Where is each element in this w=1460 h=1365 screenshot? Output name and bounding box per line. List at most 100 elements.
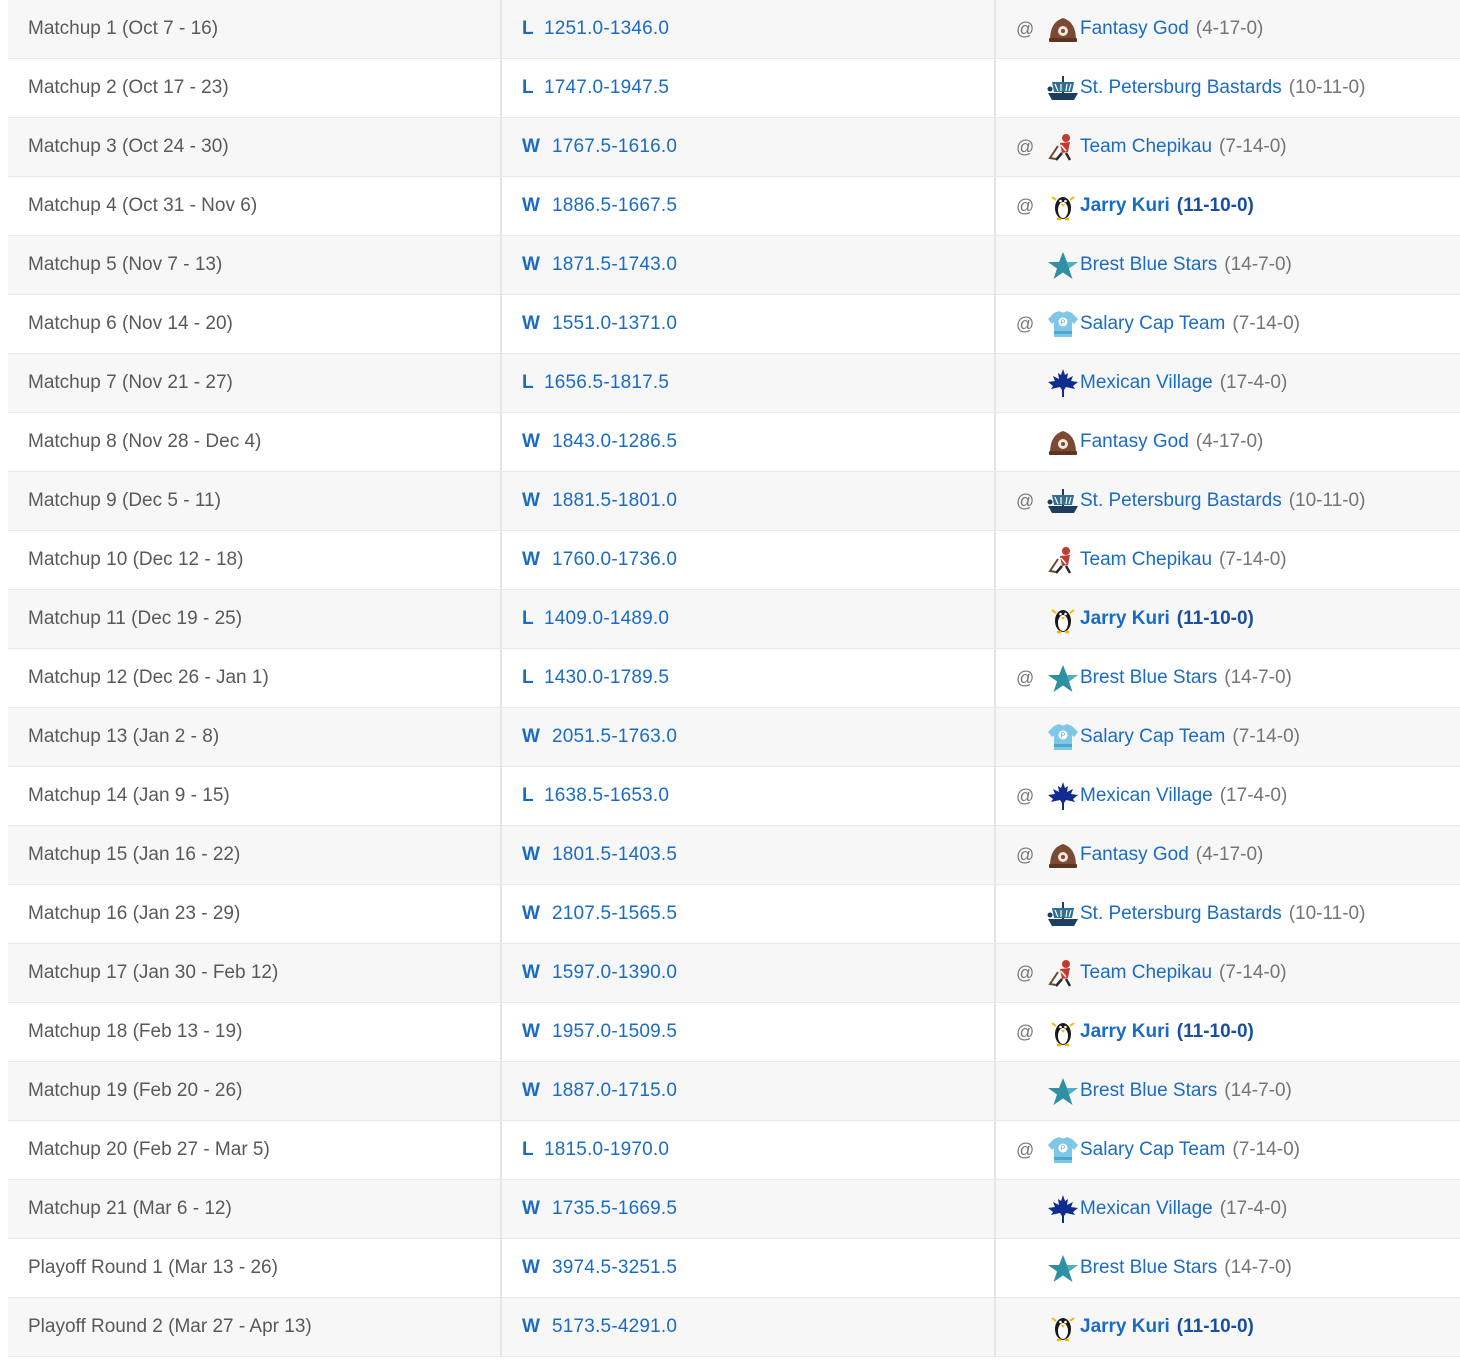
table-row: Matchup 4 (Oct 31 - Nov 6) W 1886.5-1667… — [8, 177, 1460, 236]
opponent-team-link[interactable]: Team Chepikau — [1080, 549, 1212, 571]
score-link[interactable]: 1843.0-1286.5 — [552, 431, 677, 453]
hockey-player-icon[interactable] — [1046, 132, 1080, 162]
opponent-team-link[interactable]: St. Petersburg Bastards — [1080, 490, 1282, 512]
hockey-player-icon[interactable] — [1046, 958, 1080, 988]
score-link[interactable]: 1815.0-1970.0 — [544, 1139, 669, 1161]
opponent-record: (7-14-0) — [1219, 549, 1287, 570]
score-link[interactable]: 1735.5-1669.5 — [552, 1198, 677, 1220]
star-icon[interactable] — [1046, 250, 1080, 280]
penguin-icon[interactable] — [1046, 1312, 1080, 1342]
jersey-icon[interactable]: P — [1046, 722, 1080, 752]
score-link[interactable]: 1871.5-1743.0 — [552, 254, 677, 276]
opponent-cell: Brest Blue Stars (14-7-0) — [996, 1239, 1460, 1297]
result-letter: L — [522, 608, 534, 629]
table-row: Matchup 5 (Nov 7 - 13) W 1871.5-1743.0 B… — [8, 236, 1460, 295]
opponent-team-link[interactable]: Mexican Village — [1080, 372, 1213, 394]
score-link[interactable]: 1957.0-1509.5 — [552, 1021, 677, 1043]
score-link[interactable]: 2107.5-1565.5 — [552, 903, 677, 925]
score-link[interactable]: 1656.5-1817.5 — [544, 372, 669, 394]
away-indicator: @ — [1016, 18, 1035, 39]
maple-leaf-icon[interactable] — [1046, 781, 1080, 811]
result-letter: W — [522, 431, 540, 452]
svg-text:P: P — [1061, 320, 1066, 327]
opponent-cell: Jarry Kuri (11-10-0) — [996, 590, 1460, 648]
score-link[interactable]: 2051.5-1763.0 — [552, 726, 677, 748]
table-row: Matchup 13 (Jan 2 - 8) W 2051.5-1763.0 P… — [8, 708, 1460, 767]
hat-icon[interactable] — [1046, 427, 1080, 457]
matchup-week-cell: Matchup 9 (Dec 5 - 11) — [8, 472, 502, 530]
away-indicator: @ — [1016, 844, 1035, 865]
score-link[interactable]: 1409.0-1489.0 — [544, 608, 669, 630]
viking-ship-icon[interactable] — [1046, 899, 1080, 929]
opponent-team-link[interactable]: Jarry Kuri — [1080, 1021, 1170, 1043]
hat-icon[interactable] — [1046, 14, 1080, 44]
maple-leaf-icon[interactable] — [1046, 368, 1080, 398]
opponent-team-link[interactable]: St. Petersburg Bastards — [1080, 903, 1282, 925]
score-link[interactable]: 1638.5-1653.0 — [544, 785, 669, 807]
opponent-team-link[interactable]: Fantasy God — [1080, 431, 1189, 453]
score-link[interactable]: 1251.0-1346.0 — [544, 18, 669, 40]
opponent-cell: Brest Blue Stars (14-7-0) — [996, 236, 1460, 294]
result-letter: W — [522, 490, 540, 511]
star-icon[interactable] — [1046, 1076, 1080, 1106]
matchup-week-label: Matchup 16 (Jan 23 - 29) — [28, 903, 241, 924]
score-link[interactable]: 1886.5-1667.5 — [552, 195, 677, 217]
score-link[interactable]: 5173.5-4291.0 — [552, 1316, 677, 1338]
opponent-team-link[interactable]: Team Chepikau — [1080, 962, 1212, 984]
score-link[interactable]: 1430.0-1789.5 — [544, 667, 669, 689]
penguin-icon[interactable] — [1046, 604, 1080, 634]
opponent-team-link[interactable]: Brest Blue Stars — [1080, 667, 1217, 689]
opponent-record: (7-14-0) — [1219, 962, 1287, 983]
opponent-team-link[interactable]: Salary Cap Team — [1080, 313, 1225, 335]
opponent-team-link[interactable]: Team Chepikau — [1080, 136, 1212, 158]
score-link[interactable]: 3974.5-3251.5 — [552, 1257, 677, 1279]
opponent-cell: @ Jarry Kuri (11-10-0) — [996, 177, 1460, 235]
maple-leaf-icon[interactable] — [1046, 1194, 1080, 1224]
table-row: Matchup 8 (Nov 28 - Dec 4) W 1843.0-1286… — [8, 413, 1460, 472]
jersey-icon[interactable]: P — [1046, 309, 1080, 339]
hat-icon[interactable] — [1046, 840, 1080, 870]
score-link[interactable]: 1747.0-1947.5 — [544, 77, 669, 99]
opponent-team-link[interactable]: Brest Blue Stars — [1080, 1080, 1217, 1102]
opponent-cell: St. Petersburg Bastards (10-11-0) — [996, 59, 1460, 117]
score-link[interactable]: 1767.5-1616.0 — [552, 136, 677, 158]
score-link[interactable]: 1887.0-1715.0 — [552, 1080, 677, 1102]
viking-ship-icon[interactable] — [1046, 486, 1080, 516]
score-link[interactable]: 1801.5-1403.5 — [552, 844, 677, 866]
opponent-team-link[interactable]: Mexican Village — [1080, 785, 1213, 807]
matchup-week-label: Matchup 17 (Jan 30 - Feb 12) — [28, 962, 279, 983]
jersey-icon[interactable]: P — [1046, 1135, 1080, 1165]
opponent-team-link[interactable]: Fantasy God — [1080, 844, 1189, 866]
opponent-team-link[interactable]: Jarry Kuri — [1080, 1316, 1170, 1338]
result-letter: W — [522, 1316, 540, 1337]
result-letter: W — [522, 1080, 540, 1101]
opponent-team-link[interactable]: Mexican Village — [1080, 1198, 1213, 1220]
penguin-icon[interactable] — [1046, 1017, 1080, 1047]
opponent-team-link[interactable]: Salary Cap Team — [1080, 1139, 1225, 1161]
matchup-week-cell: Matchup 11 (Dec 19 - 25) — [8, 590, 502, 648]
opponent-team-link[interactable]: Brest Blue Stars — [1080, 1257, 1217, 1279]
penguin-icon[interactable] — [1046, 191, 1080, 221]
opponent-cell: @ St. Petersburg Bastards (10-11-0) — [996, 472, 1460, 530]
opponent-team-link[interactable]: Brest Blue Stars — [1080, 254, 1217, 276]
opponent-cell: Jarry Kuri (11-10-0) — [996, 1298, 1460, 1356]
matchup-week-cell: Matchup 20 (Feb 27 - Mar 5) — [8, 1121, 502, 1179]
score-link[interactable]: 1760.0-1736.0 — [552, 549, 677, 571]
away-indicator: @ — [1016, 1139, 1035, 1160]
opponent-team-link[interactable]: Fantasy God — [1080, 18, 1189, 40]
star-icon[interactable] — [1046, 663, 1080, 693]
table-row: Matchup 11 (Dec 19 - 25) L 1409.0-1489.0… — [8, 590, 1460, 649]
star-icon[interactable] — [1046, 1253, 1080, 1283]
opponent-team-link[interactable]: Salary Cap Team — [1080, 726, 1225, 748]
score-link[interactable]: 1881.5-1801.0 — [552, 490, 677, 512]
table-row: Matchup 16 (Jan 23 - 29) W 2107.5-1565.5… — [8, 885, 1460, 944]
opponent-cell: @ Brest Blue Stars (14-7-0) — [996, 649, 1460, 707]
viking-ship-icon[interactable] — [1046, 73, 1080, 103]
opponent-team-link[interactable]: Jarry Kuri — [1080, 195, 1170, 217]
score-link[interactable]: 1597.0-1390.0 — [552, 962, 677, 984]
opponent-team-link[interactable]: St. Petersburg Bastards — [1080, 77, 1282, 99]
result-letter: W — [522, 549, 540, 570]
score-link[interactable]: 1551.0-1371.0 — [552, 313, 677, 335]
opponent-team-link[interactable]: Jarry Kuri — [1080, 608, 1170, 630]
hockey-player-icon[interactable] — [1046, 545, 1080, 575]
